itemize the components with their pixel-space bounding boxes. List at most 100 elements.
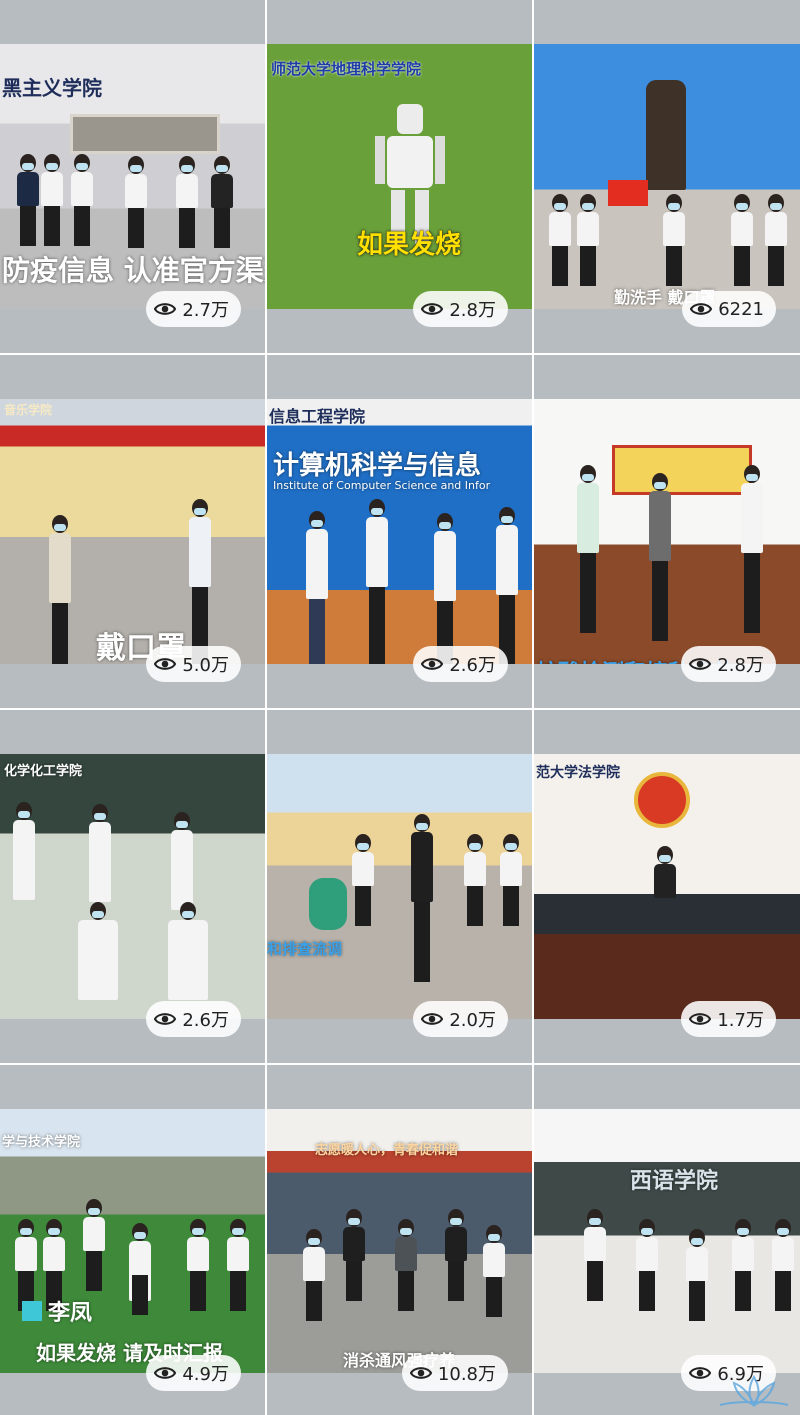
person-figure (16, 154, 40, 249)
video-tile[interactable]: 音乐学院 戴口罩 5.0万 (0, 355, 265, 708)
video-tile[interactable]: 师范大学地理科学学院 如果发烧 2.8万 (267, 0, 532, 353)
person-figure (391, 1219, 421, 1359)
view-count: 2.6万 (182, 1010, 229, 1031)
tile-caption: 志愿暖人心，青春促和谐 (315, 1143, 459, 1158)
tile-overlay-text: 如果发烧 (357, 230, 462, 260)
person-figure (463, 834, 487, 954)
person-figure (481, 1225, 507, 1345)
video-tile[interactable]: 学与技术学院 李凤 如果发烧 请及时汇报 4.9万 (0, 1065, 265, 1415)
eye-icon (154, 303, 177, 315)
person-figure (582, 1209, 608, 1359)
view-count: 4.9万 (182, 1364, 229, 1385)
person-figure (646, 473, 674, 663)
person-figure (40, 154, 64, 249)
video-thumbnail: 西语学院 (534, 1109, 800, 1373)
view-count-badge: 2.8万 (681, 646, 776, 682)
person-figure (738, 465, 766, 655)
view-count: 2.0万 (449, 1010, 496, 1031)
video-tile[interactable]: 勤洗手 戴口罩 6221 (534, 0, 800, 353)
view-count-badge: 2.8万 (413, 291, 508, 327)
eye-icon (689, 658, 712, 670)
video-thumbnail: 师范大学地理科学学院 如果发烧 (267, 44, 532, 309)
tile-caption: 音乐学院 (4, 403, 53, 417)
person-figure (431, 513, 459, 664)
person-figure (210, 156, 234, 251)
lotus-watermark-icon (719, 1375, 789, 1407)
view-count-badge: 2.0万 (413, 1001, 508, 1037)
eye-icon (421, 1013, 444, 1025)
view-count-badge: 2.6万 (413, 646, 508, 682)
person-figure (78, 902, 118, 1012)
person-figure (175, 156, 199, 251)
eye-icon (689, 1367, 712, 1379)
video-tile[interactable]: 和排查流调 2.0万 (267, 710, 532, 1063)
person-figure (186, 1219, 210, 1329)
video-tile[interactable]: 核酸检测和接种疫苗 2.8万 (534, 355, 800, 708)
video-grid: 黑主义学院 防疫信息 认准官方渠道 2.7万 师范大学地理科学学院 如果发烧 2… (0, 0, 800, 1415)
banner (612, 445, 752, 495)
name-tag-icon (22, 1301, 42, 1321)
view-count-badge: 10.8万 (401, 1355, 508, 1391)
video-thumbnail: 音乐学院 戴口罩 (0, 399, 265, 664)
eye-icon (421, 658, 444, 670)
name-tag: 李凤 (22, 1295, 92, 1327)
person-figure (168, 902, 208, 1012)
video-thumbnail: 黑主义学院 防疫信息 认准官方渠道 (0, 44, 265, 309)
person-figure (652, 846, 678, 906)
person-figure (443, 1209, 469, 1329)
video-thumbnail: 志愿暖人心，青春促和谐 消杀通风强疗养 (267, 1109, 532, 1373)
view-count-badge: 4.9万 (146, 1355, 241, 1391)
person-figure (493, 507, 521, 664)
video-tile[interactable]: 化学化工学院 2.6万 (0, 710, 265, 1063)
video-thumbnail: 和排查流调 (267, 754, 532, 1019)
person-figure (10, 802, 38, 992)
tile-caption: 西语学院 (630, 1169, 719, 1194)
video-thumbnail: 勤洗手 戴口罩 (534, 44, 800, 309)
view-count-badge: 6221 (682, 291, 776, 327)
person-figure (634, 1219, 660, 1369)
eye-icon (154, 658, 177, 670)
video-tile[interactable]: 范大学法学院 1.7万 (534, 710, 800, 1063)
cartoon-mascot (309, 878, 347, 930)
video-tile[interactable]: 西语学院 6.9万 (534, 1065, 800, 1415)
tile-caption: 化学化工学院 (4, 764, 83, 779)
person-figure (46, 515, 74, 664)
person-figure (730, 1219, 756, 1369)
tile-overlay-text: 计算机科学与信息 (273, 451, 482, 481)
person-figure (70, 154, 94, 249)
view-count: 2.7万 (182, 300, 229, 321)
person-figure (574, 465, 602, 655)
person-figure (303, 511, 331, 664)
eye-icon (154, 1013, 177, 1025)
view-count: 2.6万 (449, 655, 496, 676)
view-count: 10.8万 (437, 1364, 496, 1385)
video-tile[interactable]: 志愿暖人心，青春促和谐 消杀通风强疗养 10.8万 (267, 1065, 532, 1415)
building-sign (70, 114, 220, 154)
view-count: 2.8万 (717, 655, 764, 676)
person-figure (301, 1229, 327, 1349)
person-figure (126, 1223, 154, 1343)
video-tile[interactable]: 信息工程学院 计算机科学与信息 Institute of Computer Sc… (267, 355, 532, 708)
video-thumbnail: 化学化工学院 (0, 754, 265, 1019)
video-thumbnail: 核酸检测和接种疫苗 (534, 399, 800, 664)
person-figure (124, 156, 148, 251)
person-figure (407, 814, 437, 1004)
video-tile[interactable]: 黑主义学院 防疫信息 认准官方渠道 2.7万 (0, 0, 265, 353)
person-figure (499, 834, 523, 954)
red-flag (608, 180, 648, 206)
view-count: 6221 (718, 298, 764, 320)
national-emblem (634, 772, 690, 828)
eye-icon (689, 1013, 712, 1025)
person-figure (186, 499, 214, 664)
tile-caption: 范大学法学院 (536, 765, 620, 781)
person-figure (351, 834, 375, 954)
eye-icon (690, 303, 713, 315)
view-count: 1.7万 (717, 1010, 764, 1031)
tile-caption: 师范大学地理科学学院 (271, 60, 422, 78)
video-thumbnail: 信息工程学院 计算机科学与信息 Institute of Computer Sc… (267, 399, 532, 664)
view-count-badge: 2.7万 (146, 291, 241, 327)
person-figure (363, 499, 391, 664)
statue (646, 80, 686, 190)
eye-icon (154, 1367, 177, 1379)
tile-caption: 学与技术学院 (2, 1135, 81, 1150)
